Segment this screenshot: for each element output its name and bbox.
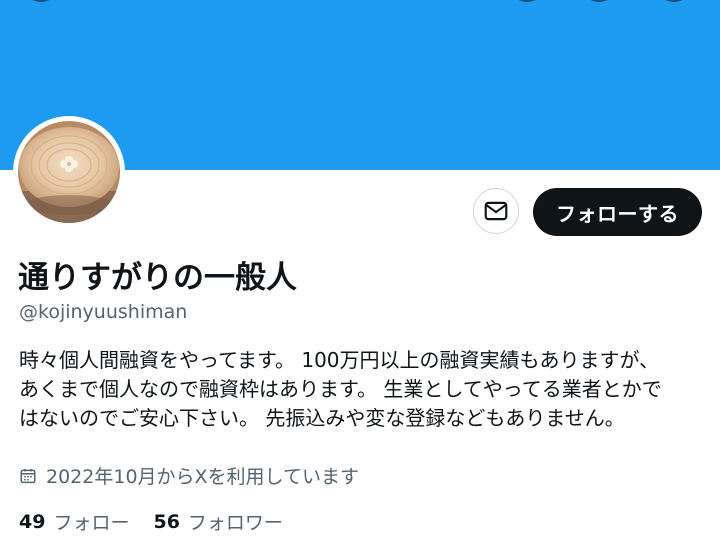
followers-label: フォロワー xyxy=(187,512,283,534)
banner-more-button[interactable] xyxy=(655,0,693,2)
banner-action-button[interactable] xyxy=(508,0,546,2)
message-button[interactable] xyxy=(473,188,519,234)
followers-link[interactable]: 56 フォロワー xyxy=(153,508,282,535)
envelope-icon xyxy=(484,201,508,221)
following-link[interactable]: 49 フォロー xyxy=(19,508,129,535)
follow-button[interactable]: フォローする xyxy=(533,188,702,236)
user-handle: @kojinyuushiman xyxy=(19,301,188,323)
bio-line: あくまで個人なので融資枠はあります。 生業としてやってる業者とかで xyxy=(19,377,662,401)
following-label: フォロー xyxy=(53,512,130,534)
join-date: 2022年10月からXを利用しています xyxy=(19,462,359,489)
avatar-image xyxy=(18,121,120,223)
bio-line: 時々個人間融資をやってます。 100万円以上の融資実績もありますが、 xyxy=(19,348,660,372)
back-button[interactable] xyxy=(22,0,60,2)
profile-bio: 時々個人間融資をやってます。 100万円以上の融資実績もありますが、 あくまで個… xyxy=(19,346,709,433)
calendar-icon xyxy=(20,468,36,483)
join-date-text: 2022年10月からXを利用しています xyxy=(46,466,359,488)
avatar[interactable] xyxy=(13,116,125,228)
bio-line: はないのでご安心下さい。 先振込みや変な登録などもありません。 xyxy=(19,406,625,430)
banner-action-button[interactable] xyxy=(580,0,618,2)
follow-stats: 49 フォロー 56 フォロワー xyxy=(19,508,283,535)
followers-count: 56 xyxy=(153,510,180,533)
display-name: 通りすがりの一般人 xyxy=(18,260,297,296)
following-count: 49 xyxy=(19,510,46,533)
